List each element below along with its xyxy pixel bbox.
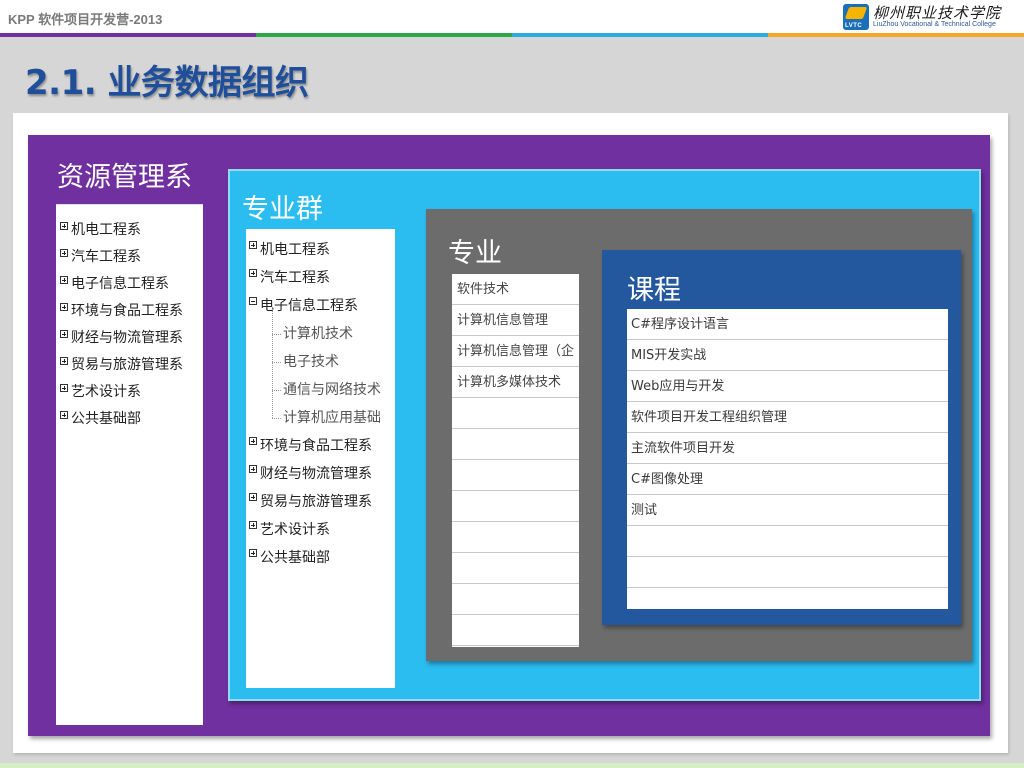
courses-list[interactable]: C#程序设计语言 MIS开发实战 Web应用与开发 软件项目开发工程组织管理 主流软件项… [627, 309, 948, 609]
expand-icon[interactable] [249, 269, 257, 277]
tree-node-label: 汽车工程系 [260, 270, 330, 286]
tree-node-label: 贸易与旅游管理系 [71, 357, 183, 373]
major-row[interactable]: 计算机信息管理（企 [452, 336, 579, 367]
major-row[interactable] [452, 460, 579, 491]
tree-node[interactable]: 汽车工程系 [249, 264, 395, 292]
tree-child-node[interactable]: 电子技术 [249, 335, 395, 376]
major-row[interactable] [452, 615, 579, 646]
header-title: KPP 软件项目开发营-2013 [8, 12, 163, 27]
tree-node-label: 艺术设计系 [260, 522, 330, 538]
departments-tree[interactable]: 机电工程系汽车工程系电子信息工程系 环境与食品工程系 财经与物流管理系 贸易与旅游管理… [56, 204, 203, 725]
tree-node[interactable]: 艺术设计系 [249, 516, 395, 544]
tree-node-label: 机电工程系 [260, 242, 330, 258]
expand-icon[interactable] [249, 549, 257, 557]
header-bar: KPP 软件项目开发营-2013 LVTC 柳州职业技术学院 LiuZhou V… [0, 0, 1024, 33]
majors-title: 专业 [448, 238, 502, 269]
logo-mark-text: LVTC [845, 23, 863, 29]
tree-node-label: 电子信息工程系 [260, 298, 358, 314]
major-row[interactable] [452, 429, 579, 460]
major-row[interactable] [452, 584, 579, 615]
course-row[interactable]: MIS开发实战 [627, 340, 948, 371]
tree-node-label: 机电工程系 [71, 222, 141, 238]
tree-node-label: 公共基础部 [71, 411, 141, 427]
tree-node[interactable]: 艺术设计系 [60, 379, 203, 406]
tree-node-label: 贸易与旅游管理系 [260, 494, 372, 510]
expand-icon[interactable] [249, 521, 257, 529]
course-row[interactable]: 软件项目开发工程组织管理 [627, 402, 948, 433]
tree-node-label: 环境与食品工程系 [260, 438, 372, 454]
tree-node[interactable]: 公共基础部 [249, 544, 395, 572]
expand-icon[interactable] [60, 384, 68, 392]
tree-child-label: 计算机应用基础 [283, 410, 381, 426]
course-row[interactable] [627, 557, 948, 588]
expand-icon[interactable] [249, 437, 257, 445]
expand-icon[interactable] [249, 465, 257, 473]
tree-node-label: 电子信息工程系 [71, 276, 169, 292]
tree-node[interactable]: 机电工程系 [249, 236, 395, 264]
major-row[interactable] [452, 522, 579, 553]
tree-child-node[interactable]: 通信与网络技术 [249, 363, 395, 404]
tree-node[interactable]: 环境与食品工程系 [249, 432, 395, 460]
course-row[interactable]: 测试 [627, 495, 948, 526]
course-row[interactable] [627, 588, 948, 609]
major-row[interactable] [452, 491, 579, 522]
tree-node[interactable]: 财经与物流管理系 [249, 460, 395, 488]
tree-child-label: 电子技术 [283, 354, 339, 370]
course-row[interactable]: 主流软件项目开发 [627, 433, 948, 464]
major-row[interactable]: 软件技术 [452, 274, 579, 305]
major-row[interactable]: 计算机多媒体技术 [452, 367, 579, 398]
tree-node[interactable]: 机电工程系 [60, 217, 203, 244]
tree-node[interactable]: 环境与食品工程系 [60, 298, 203, 325]
tree-node[interactable]: 贸易与旅游管理系 [249, 488, 395, 516]
logo-name-cn: 柳州职业技术学院 [873, 4, 1002, 22]
expand-icon[interactable] [249, 241, 257, 249]
collapse-icon[interactable] [249, 297, 257, 305]
major-groups-title: 专业群 [242, 194, 323, 225]
expand-icon[interactable] [60, 249, 68, 257]
expand-icon[interactable] [60, 411, 68, 419]
major-row[interactable] [452, 553, 579, 584]
slide-title: 2.1. 业务数据组织 [25, 63, 309, 103]
course-row[interactable]: C#程序设计语言 [627, 309, 948, 340]
course-row[interactable] [627, 526, 948, 557]
majors-list[interactable]: 软件技术 计算机信息管理 计算机信息管理（企 计算机多媒体技术 [452, 274, 579, 647]
departments-title: 资源管理系 [57, 162, 192, 193]
expand-icon[interactable] [60, 276, 68, 284]
course-row[interactable]: Web应用与开发 [627, 371, 948, 402]
major-groups-tree[interactable]: 机电工程系汽车工程系电子信息工程系计算机技术电子技术通信与网络技术 计算机应用基础… [246, 229, 395, 688]
expand-icon[interactable] [60, 303, 68, 311]
logo-name-en: LiuZhou Vocational & Technical College [873, 21, 996, 28]
tree-node[interactable]: 贸易与旅游管理系 [60, 352, 203, 379]
tree-node-label: 艺术设计系 [71, 384, 141, 400]
expand-icon[interactable] [60, 222, 68, 230]
tree-node[interactable]: 汽车工程系 [60, 244, 203, 271]
tree-node[interactable]: 电子信息工程系 [60, 271, 203, 298]
logo-mark-icon: LVTC [843, 4, 869, 30]
tree-node-label: 财经与物流管理系 [71, 330, 183, 346]
tree-node-label: 公共基础部 [260, 550, 330, 566]
tree-child-label: 计算机技术 [283, 326, 353, 342]
tree-node-label: 财经与物流管理系 [260, 466, 372, 482]
tree-node[interactable]: 财经与物流管理系 [60, 325, 203, 352]
footer-strip [0, 763, 1024, 768]
major-row[interactable]: 计算机信息管理 [452, 305, 579, 336]
expand-icon[interactable] [60, 330, 68, 338]
tree-node[interactable]: 电子信息工程系 [249, 292, 395, 320]
tree-child-label: 通信与网络技术 [283, 382, 381, 398]
expand-icon[interactable] [60, 357, 68, 365]
tree-child-node[interactable]: 计算机技术 [249, 307, 395, 348]
tree-child-node[interactable]: 计算机应用基础 [249, 391, 395, 432]
expand-icon[interactable] [249, 493, 257, 501]
college-logo: LVTC 柳州职业技术学院 LiuZhou Vocational & Techn… [843, 2, 1021, 32]
course-row[interactable]: C#图像处理 [627, 464, 948, 495]
tree-node[interactable]: 公共基础部 [60, 406, 203, 433]
courses-title: 课程 [627, 275, 681, 306]
tree-node-label: 汽车工程系 [71, 249, 141, 265]
major-row[interactable] [452, 398, 579, 429]
tree-node-label: 环境与食品工程系 [71, 303, 183, 319]
